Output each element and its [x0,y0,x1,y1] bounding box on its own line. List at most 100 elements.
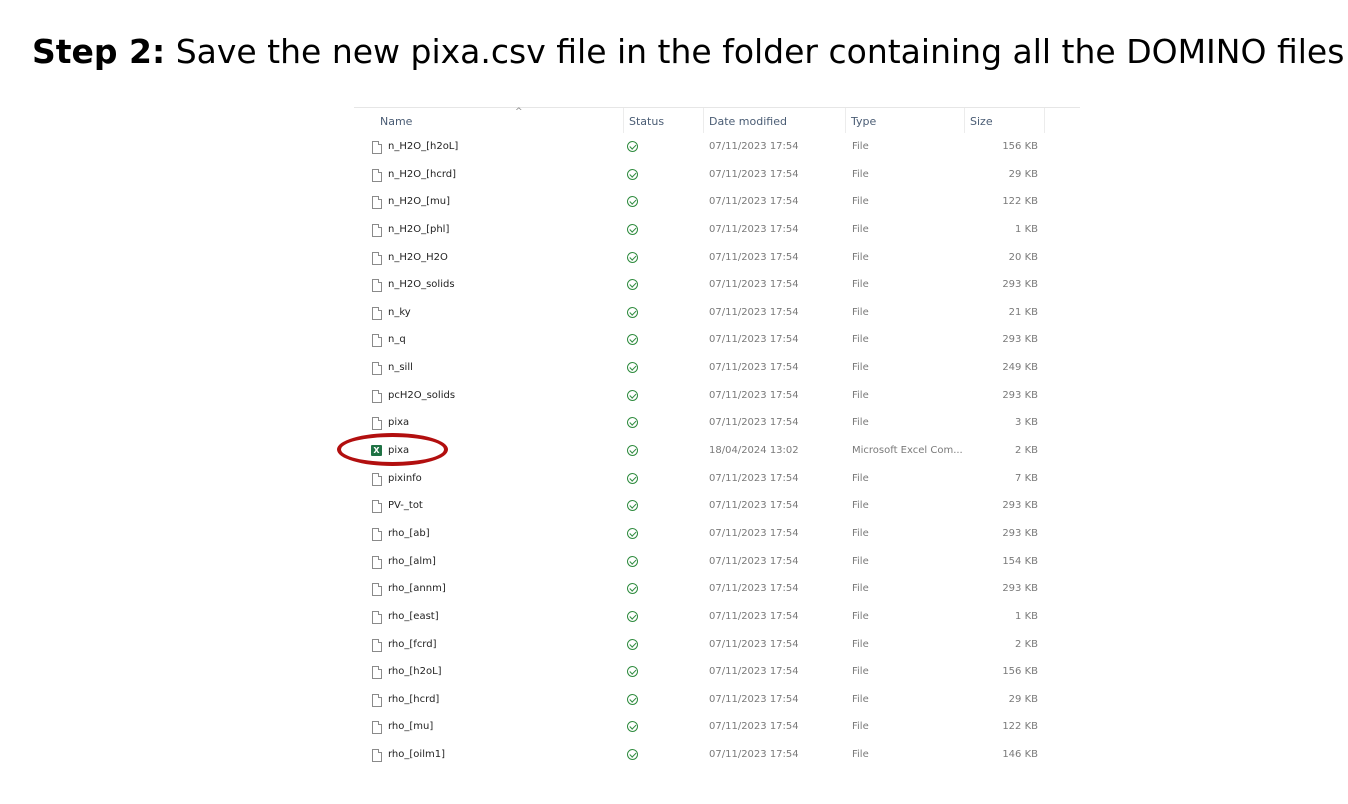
file-row[interactable]: rho_[east] 07/11/2023 17:54 File 1 KB [354,603,1080,631]
file-type: File [852,389,869,401]
status-cell [627,603,641,631]
date-modified: 07/11/2023 17:54 [709,251,799,263]
date-modified: 07/11/2023 17:54 [709,666,799,678]
file-size: 293 KB [1002,389,1038,401]
file-row[interactable]: rho_[fcrd] 07/11/2023 17:54 File 2 KB [354,631,1080,659]
file-size: 293 KB [1002,500,1038,512]
column-header-type[interactable]: Type [845,108,965,133]
date-modified: 07/11/2023 17:54 [709,555,799,567]
file-row[interactable]: n_H2O_[hcrd] 07/11/2023 17:54 File 29 KB [354,161,1080,189]
file-row[interactable]: n_H2O_[h2oL] 07/11/2023 17:54 File 156 KB [354,133,1080,161]
file-size: 122 KB [1002,721,1038,733]
file-row[interactable]: n_ky 07/11/2023 17:54 File 21 KB [354,299,1080,327]
file-size: 29 KB [1008,168,1038,180]
file-size: 21 KB [1008,306,1038,318]
file-icon [372,638,382,652]
instruction-text: Save the new pixa.csv file in the folder… [165,32,1345,71]
file-type: File [852,417,869,429]
file-icon [372,555,382,569]
file-row[interactable]: n_sill 07/11/2023 17:54 File 249 KB [354,354,1080,382]
file-icon [372,749,382,763]
file-size: 7 KB [1015,472,1038,484]
synced-check-icon [627,196,638,208]
file-row[interactable]: n_H2O_[mu] 07/11/2023 17:54 File 122 KB [354,188,1080,216]
file-type: File [852,693,869,705]
synced-check-icon [627,749,638,761]
file-row[interactable]: n_H2O_H2O 07/11/2023 17:54 File 20 KB [354,244,1080,272]
status-cell [627,492,641,520]
file-row[interactable]: rho_[hcrd] 07/11/2023 17:54 File 29 KB [354,686,1080,714]
status-cell [627,713,641,741]
file-size: 249 KB [1002,362,1038,374]
date-modified: 07/11/2023 17:54 [709,583,799,595]
file-type: File [852,721,869,733]
status-cell [627,354,641,382]
file-icon [372,610,382,624]
date-modified: 07/11/2023 17:54 [709,141,799,152]
file-name: rho_[alm] [388,555,436,567]
status-cell [627,133,641,161]
file-row[interactable]: rho_[mu] 07/11/2023 17:54 File 122 KB [354,713,1080,741]
file-type: File [852,168,869,180]
file-icon [372,472,382,486]
file-row[interactable]: n_H2O_[phl] 07/11/2023 17:54 File 1 KB [354,216,1080,244]
synced-check-icon [627,279,638,291]
file-size: 293 KB [1002,334,1038,346]
file-row[interactable]: Xpixa 18/04/2024 13:02 Microsoft Excel Com… [354,437,1080,465]
status-cell [627,658,641,686]
file-icon [372,389,382,403]
date-modified: 07/11/2023 17:54 [709,334,799,346]
file-row[interactable]: rho_[ab] 07/11/2023 17:54 File 293 KB [354,520,1080,548]
file-name: rho_[east] [388,610,439,622]
date-modified: 07/11/2023 17:54 [709,279,799,291]
synced-check-icon [627,306,638,318]
date-modified: 07/11/2023 17:54 [709,693,799,705]
file-icon [372,527,382,541]
file-type: File [852,362,869,374]
file-row[interactable]: pixinfo 07/11/2023 17:54 File 7 KB [354,465,1080,493]
date-modified: 07/11/2023 17:54 [709,417,799,429]
column-header-status[interactable]: Status [623,108,704,133]
status-cell [627,520,641,548]
date-modified: 07/11/2023 17:54 [709,362,799,374]
file-type: File [852,196,869,208]
date-modified: 07/11/2023 17:54 [709,638,799,650]
file-size: 2 KB [1015,638,1038,650]
file-type: File [852,472,869,484]
file-row[interactable]: rho_[alm] 07/11/2023 17:54 File 154 KB [354,548,1080,576]
synced-check-icon [627,610,638,622]
file-list: Name ^ Status Date modified Type Size n_… [354,107,1080,787]
file-size: 293 KB [1002,279,1038,291]
synced-check-icon [627,417,638,429]
synced-check-icon [627,583,638,595]
file-name: pcH2O_solids [388,389,456,401]
synced-check-icon [627,334,638,346]
column-header-date-modified[interactable]: Date modified [703,108,846,133]
file-row[interactable]: n_q 07/11/2023 17:54 File 293 KB [354,326,1080,354]
date-modified: 07/11/2023 17:54 [709,389,799,401]
file-icon [372,500,382,514]
file-row[interactable]: PV-_tot 07/11/2023 17:54 File 293 KB [354,492,1080,520]
file-row[interactable]: pcH2O_solids 07/11/2023 17:54 File 293 KB [354,382,1080,410]
file-size: 156 KB [1002,141,1038,152]
synced-check-icon [627,141,638,152]
file-icon [372,251,382,265]
file-icon [372,279,382,293]
file-icon [372,417,382,431]
column-header-name[interactable]: Name ^ [374,107,624,133]
file-size: 122 KB [1002,196,1038,208]
file-row[interactable]: pixa 07/11/2023 17:54 File 3 KB [354,409,1080,437]
file-row[interactable]: rho_[annm] 07/11/2023 17:54 File 293 KB [354,575,1080,603]
file-row[interactable]: n_H2O_solids 07/11/2023 17:54 File 293 KB [354,271,1080,299]
file-row[interactable]: rho_[h2oL] 07/11/2023 17:54 File 156 KB [354,658,1080,686]
file-type: File [852,527,869,539]
file-size: 293 KB [1002,583,1038,595]
file-type: File [852,583,869,595]
synced-check-icon [627,555,638,567]
file-row[interactable]: rho_[oilm1] 07/11/2023 17:54 File 146 KB [354,741,1080,769]
file-name: n_ky [388,306,411,318]
column-header-size[interactable]: Size [964,108,1045,133]
file-type: File [852,223,869,235]
file-type: File [852,500,869,512]
file-icon [372,334,382,348]
